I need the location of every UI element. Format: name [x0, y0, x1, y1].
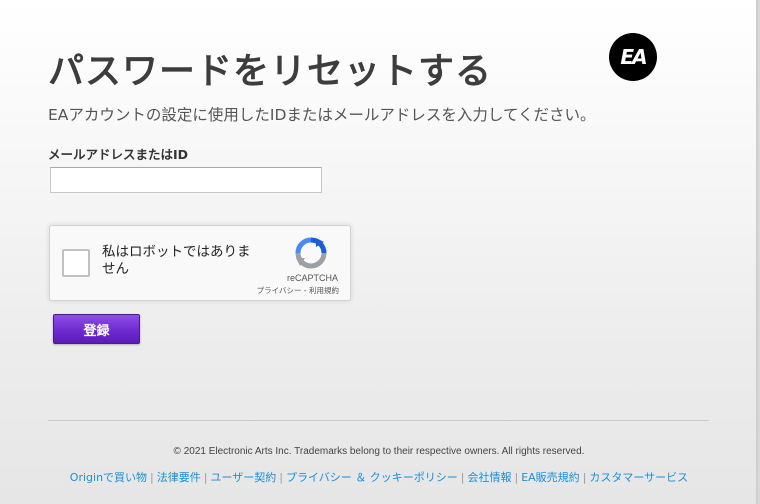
recaptcha-links-separator: -	[301, 286, 309, 295]
recaptcha-label: 私はロボットではありません	[102, 244, 251, 277]
footer-link-legal[interactable]: 法律要件	[157, 471, 201, 484]
footer-link-separator: |	[279, 471, 283, 484]
submit-button[interactable]: 登録	[53, 314, 140, 344]
recaptcha-brand: reCAPTCHA	[286, 273, 338, 283]
email-field[interactable]	[50, 167, 322, 193]
footer-links: Originで買い物 | 法律要件 | ユーザー契約 | プライバシー ＆ クッキーポリシー…	[0, 469, 758, 485]
footer-link-sales-terms[interactable]: EA販売規約	[521, 471, 579, 484]
email-field-label: メールアドレスまたはID	[48, 147, 189, 162]
recaptcha-logo-icon	[295, 237, 327, 269]
recaptcha-links: プライバシー - 利用規約	[257, 285, 339, 296]
ea-logo-icon: EA	[609, 33, 657, 81]
recaptcha-widget: 私はロボットではありません reCAPTCHA プライバシー - 利用規約	[49, 225, 351, 301]
ea-logo-text: EA	[620, 45, 647, 69]
footer-link-origin-shop[interactable]: Originで買い物	[70, 471, 147, 484]
footer-link-privacy-cookie[interactable]: プライバシー ＆ クッキーポリシー	[286, 471, 458, 484]
recaptcha-privacy-link[interactable]: プライバシー	[257, 286, 302, 295]
recaptcha-checkbox[interactable]	[62, 249, 90, 277]
footer-divider	[48, 420, 709, 421]
footer-link-customer-service[interactable]: カスタマーサービス	[589, 471, 688, 484]
page-subtitle: EAアカウントの設定に使用したIDまたはメールアドレスを入力してください。	[48, 106, 596, 124]
footer-link-user-agreement[interactable]: ユーザー契約	[210, 471, 276, 484]
footer-link-separator: |	[582, 471, 587, 484]
reset-password-panel: パスワードをリセットする EA EAアカウントの設定に使用したIDまたはメールア…	[0, 0, 758, 504]
page-title: パスワードをリセットする	[48, 51, 493, 92]
recaptcha-terms-link[interactable]: 利用規約	[309, 286, 339, 295]
footer-link-separator: |	[514, 471, 519, 484]
footer-link-company-info[interactable]: 会社情報	[467, 471, 511, 484]
footer-link-separator: |	[150, 471, 154, 484]
copyright-text: © 2021 Electronic Arts Inc. Trademarks b…	[173, 446, 585, 457]
